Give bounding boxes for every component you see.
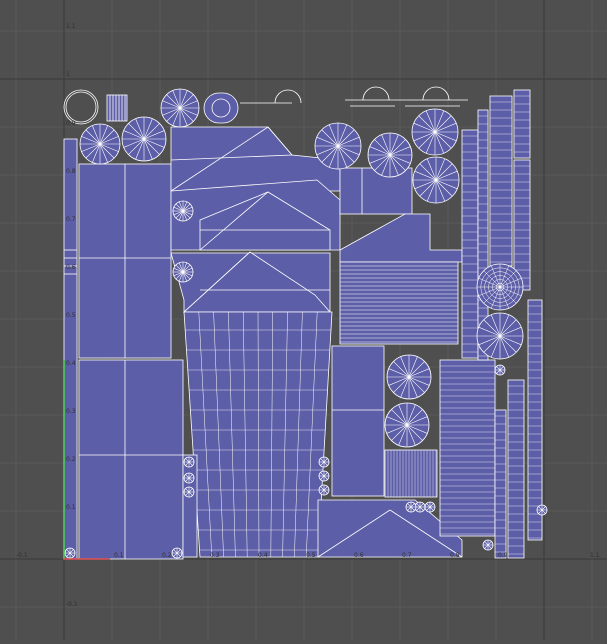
uv-island-wall-block <box>339 167 413 215</box>
uv-island-ring <box>63 89 99 125</box>
uv-island-wheel <box>367 132 413 178</box>
uv-island-wheel <box>411 108 459 156</box>
uv-island-wheel <box>412 156 460 204</box>
uv-island-arch-1 <box>274 89 302 104</box>
uv-island-bottom-left-block <box>182 454 198 558</box>
u-tick-label: 0.7 <box>402 552 412 559</box>
uv-island-wheel <box>160 88 200 128</box>
label-v-one: 1 <box>66 71 70 78</box>
uv-island-wheel <box>183 472 195 484</box>
uv-island-right-column-5 <box>513 89 531 159</box>
uv-island-left-panel-lower <box>78 359 184 560</box>
uv-island-roof-right <box>339 213 463 263</box>
uv-island-wheel <box>183 456 195 468</box>
v-tick-label: 0.5 <box>66 312 76 319</box>
uv-island-mid-block-1 <box>331 345 385 497</box>
uv-island-wheel <box>386 354 432 400</box>
uv-island-wheel <box>384 402 430 448</box>
uv-island-wheel <box>414 501 426 513</box>
v-tick-label: 0.8 <box>66 168 76 175</box>
uv-island-wheel <box>64 547 76 559</box>
u-tick-label: 0.3 <box>210 552 220 559</box>
uv-island-wheel <box>183 486 195 498</box>
u-tick-label: 0.9 <box>498 552 508 559</box>
uv-island-wheel <box>318 470 330 482</box>
uv-island-wheel <box>494 364 506 376</box>
uv-island-left-strip <box>63 138 78 560</box>
v-tick-label: 0.3 <box>66 408 76 415</box>
uv-island-wheel <box>318 456 330 468</box>
v-tick-label: 0.7 <box>66 216 76 223</box>
uv-island-right-column-8 <box>507 379 525 559</box>
uv-island-wheel <box>405 501 417 513</box>
uv-island-wheel <box>536 504 548 516</box>
v-tick-label: 0.9 <box>66 120 76 127</box>
u-tick-label: 0.4 <box>258 552 268 559</box>
uv-island-wheel <box>476 312 524 360</box>
uv-island-wheel <box>482 539 494 551</box>
uv-island-right-column-1 <box>439 359 496 537</box>
v-tick-label: 0.1 <box>66 504 76 511</box>
uv-island-arch-2 <box>362 86 390 101</box>
v-tick-label: 0.6 <box>66 264 76 271</box>
label-right-u: 1.1 <box>590 552 600 559</box>
uv-island-wheel <box>121 116 167 162</box>
uv-island-arch-3 <box>422 86 450 101</box>
uv-island-wheel <box>79 123 121 165</box>
uv-island-grate <box>384 449 438 498</box>
u-tick-label: 0.5 <box>306 552 316 559</box>
label-top-v: 1.1 <box>66 23 76 30</box>
uv-island-wheel <box>318 484 330 496</box>
u-tick-label: 0.8 <box>450 552 460 559</box>
u-tick-label: 0.1 <box>114 552 124 559</box>
v-tick-label: 0.4 <box>66 360 76 367</box>
uv-island-right-column-4 <box>489 95 513 267</box>
u-tick-label: 0.2 <box>162 552 172 559</box>
uv-island-wheel <box>172 200 194 222</box>
label-left-u: -0.1 <box>16 552 28 559</box>
uv-island-wheel <box>171 547 183 559</box>
u-tick-label: 0.6 <box>354 552 364 559</box>
v-tick-label: 0.2 <box>66 456 76 463</box>
label-bottom-v: -0.1 <box>66 601 78 608</box>
uv-island-wheel <box>424 501 436 513</box>
uv-editor-viewport[interactable]: 1.1 1 -0.1 -0.1 1.1 0.1 0.2 0.3 0.4 0.5 0.6 0.… <box>0 0 607 640</box>
uv-island-wheel <box>314 122 362 170</box>
uv-island-striped-panel <box>339 261 459 345</box>
uv-island-right-column-7 <box>527 299 543 541</box>
uv-canvas[interactable]: 1.1 1 -0.1 -0.1 1.1 0.1 0.2 0.3 0.4 0.5 0.6 0.… <box>0 0 607 640</box>
uv-island-grid-wheel <box>476 263 524 311</box>
uv-island-wheel <box>172 261 194 283</box>
uv-island-right-column-2 <box>461 129 479 359</box>
